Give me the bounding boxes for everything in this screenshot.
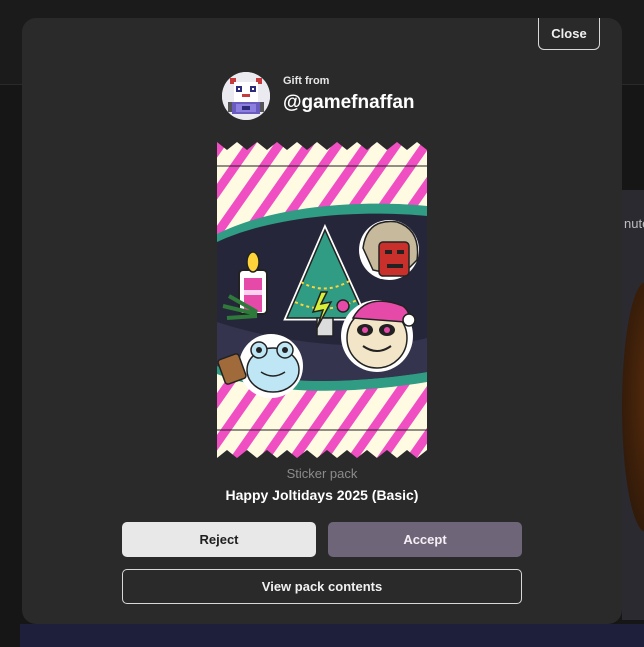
sticker-pack-art — [217, 142, 427, 458]
sender-username[interactable]: @gamefnaffan — [283, 92, 415, 114]
gift-from-label: Gift from — [283, 75, 330, 87]
sticker-pack-icon — [217, 142, 427, 458]
gift-modal: Close Gift from @gamefnaffan Sticker pac… — [22, 18, 622, 624]
accept-button[interactable]: Accept — [328, 522, 522, 557]
pack-type-label: Sticker pack — [286, 466, 358, 481]
view-pack-contents-button[interactable]: View pack contents — [122, 569, 522, 604]
avatar — [222, 72, 270, 120]
close-button[interactable]: Close — [538, 18, 600, 50]
reject-button[interactable]: Reject — [122, 522, 316, 557]
background-bottom-strip — [20, 624, 644, 647]
background-right-text: nute — [624, 216, 644, 231]
pack-name: Happy Joltidays 2025 (Basic) — [225, 487, 419, 503]
pixel-art-avatar-icon — [222, 72, 270, 120]
